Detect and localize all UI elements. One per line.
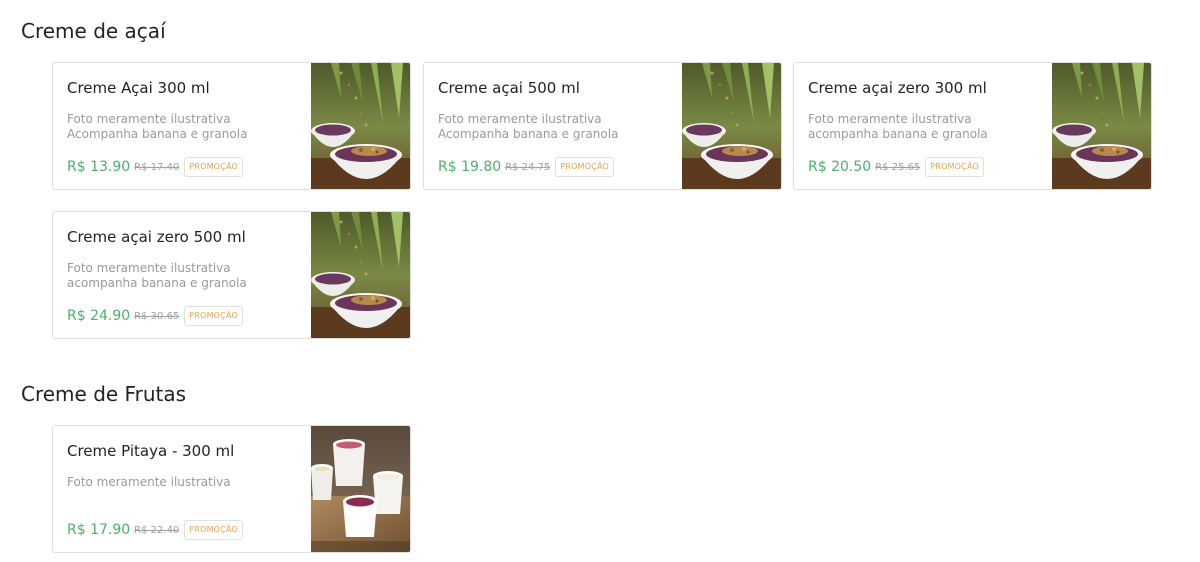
- section-title-creme-de-frutas: Creme de Frutas: [21, 382, 187, 406]
- product-card-creme-acai-500[interactable]: Creme açai 500 ml Foto meramente ilustra…: [423, 62, 782, 190]
- product-name: Creme açai zero 500 ml: [67, 228, 246, 246]
- price-row: R$ 13.90 R$ 17.40 PROMOÇÃO: [67, 157, 243, 177]
- product-price: R$ 17.90: [67, 522, 131, 538]
- product-description: Foto meramente ilustrativa Acompanha ban…: [67, 112, 248, 141]
- product-price: R$ 13.90: [67, 159, 131, 175]
- product-info: Creme Açai 300 ml Foto meramente ilustra…: [67, 63, 307, 189]
- section-title-creme-de-acai: Creme de açaí: [21, 19, 166, 43]
- product-description: Foto meramente ilustrativa Acompanha ban…: [438, 112, 619, 141]
- price-row: R$ 20.50 R$ 25.65 PROMOÇÃO: [808, 157, 984, 177]
- product-old-price: R$ 25.65: [875, 161, 921, 173]
- product-description: Foto meramente ilustrativa acompanha ban…: [808, 112, 988, 141]
- promo-badge: PROMOÇÃO: [555, 157, 614, 177]
- acai-bowl-image: [682, 63, 781, 189]
- promo-badge: PROMOÇÃO: [184, 520, 243, 540]
- price-row: R$ 17.90 R$ 22.40 PROMOÇÃO: [67, 520, 243, 540]
- product-card-creme-pitaya-300[interactable]: Creme Pitaya - 300 ml Foto meramente ilu…: [52, 425, 411, 553]
- product-info: Creme Pitaya - 300 ml Foto meramente ilu…: [67, 426, 307, 552]
- acai-bowl-image: [311, 212, 410, 338]
- acai-bowl-image: [1052, 63, 1151, 189]
- promo-badge: PROMOÇÃO: [184, 157, 243, 177]
- product-old-price: R$ 30.65: [134, 310, 180, 322]
- product-info: Creme açai zero 500 ml Foto meramente il…: [67, 212, 307, 338]
- price-row: R$ 19.80 R$ 24.75 PROMOÇÃO: [438, 157, 614, 177]
- product-name: Creme açai 500 ml: [438, 79, 580, 97]
- product-price: R$ 24.90: [67, 308, 131, 324]
- product-card-creme-acai-300[interactable]: Creme Açai 300 ml Foto meramente ilustra…: [52, 62, 411, 190]
- product-old-price: R$ 17.40: [134, 161, 180, 173]
- promo-badge: PROMOÇÃO: [184, 306, 243, 326]
- product-old-price: R$ 24.75: [505, 161, 551, 173]
- product-price: R$ 20.50: [808, 159, 872, 175]
- product-card-creme-acai-zero-300[interactable]: Creme açai zero 300 ml Foto meramente il…: [793, 62, 1152, 190]
- product-name: Creme Pitaya - 300 ml: [67, 442, 235, 460]
- product-info: Creme açai zero 300 ml Foto meramente il…: [808, 63, 1048, 189]
- product-old-price: R$ 22.40: [134, 524, 180, 536]
- product-description: Foto meramente ilustrativa acompanha ban…: [67, 261, 247, 290]
- product-card-creme-acai-zero-500[interactable]: Creme açai zero 500 ml Foto meramente il…: [52, 211, 411, 339]
- fruit-cream-cups-image: [311, 426, 410, 552]
- product-price: R$ 19.80: [438, 159, 502, 175]
- product-description: Foto meramente ilustrativa: [67, 475, 231, 489]
- acai-bowl-image: [311, 63, 410, 189]
- promo-badge: PROMOÇÃO: [925, 157, 984, 177]
- price-row: R$ 24.90 R$ 30.65 PROMOÇÃO: [67, 306, 243, 326]
- product-info: Creme açai 500 ml Foto meramente ilustra…: [438, 63, 678, 189]
- product-name: Creme açai zero 300 ml: [808, 79, 987, 97]
- product-name: Creme Açai 300 ml: [67, 79, 210, 97]
